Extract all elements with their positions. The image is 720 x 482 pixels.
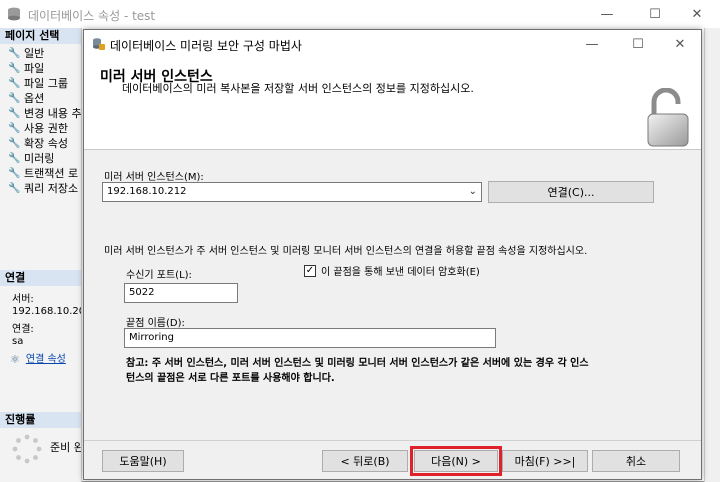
dialog-title: 데이터베이스 미러링 보안 구성 마법사 (110, 39, 302, 53)
page-item-label: 파일 (24, 62, 45, 75)
banner-description: 데이터베이스의 미러 복사본을 저장할 서버 인스턴스의 정보를 지정하십시오. (122, 82, 474, 95)
wrench-icon: 🔧 (8, 78, 21, 89)
wrench-icon: 🔧 (8, 138, 21, 149)
finish-button[interactable]: 마침(F) >>| (502, 450, 588, 472)
dialog-title-bar: 데이터베이스 미러링 보안 구성 마법사 — ☐ ✕ (84, 30, 701, 58)
mirroring-wizard-dialog: 데이터베이스 미러링 보안 구성 마법사 — ☐ ✕ 미러 서버 인스턴스 데이… (83, 29, 702, 480)
connection-value: sa (12, 336, 24, 347)
wrench-icon: 🔧 (8, 123, 21, 134)
left-panel: 페이지 선택 🔧 일반 🔧 파일 🔧 파일 그룹 🔧 옵션 🔧 변경 내용 추 🔧 사용 권한 🔧 확장 … (0, 28, 82, 482)
page-item[interactable]: 🔧 파일 (8, 61, 44, 76)
endpoint-description: 미러 서버 인스턴스가 주 서버 인스턴스 및 미러링 모니터 서버 인스턴스의… (104, 246, 588, 257)
page-item-label: 일반 (24, 47, 45, 60)
endpoint-name-input[interactable]: Mirroring (124, 328, 496, 348)
page-item[interactable]: 🔧 확장 속성 (8, 136, 68, 151)
page-item[interactable]: 🔧 변경 내용 추 (8, 106, 82, 121)
outer-minimize-button[interactable]: — (584, 0, 630, 28)
wrench-icon: 🔧 (8, 48, 21, 59)
wrench-icon: 🔧 (8, 168, 21, 179)
server-value: 192.168.10.207 (12, 306, 81, 317)
page-item-label: 확장 속성 (24, 137, 68, 150)
wrench-icon: 🔧 (8, 108, 21, 119)
progress-status: 준비 완 (50, 441, 82, 454)
page-item[interactable]: 🔧 트랜잭션 로 (8, 166, 78, 181)
page-item[interactable]: 🔧 쿼리 저장소 (8, 181, 78, 196)
page-item-label: 변경 내용 추 (24, 107, 82, 120)
page-item[interactable]: 🔧 일반 (8, 46, 44, 61)
dialog-banner: 미러 서버 인스턴스 데이터베이스의 미러 복사본을 저장할 서버 인스턴스의 … (84, 58, 701, 150)
outer-maximize-button[interactable]: ☐ (632, 0, 678, 28)
cancel-button[interactable]: 취소 (592, 450, 680, 472)
wrench-icon: 🔧 (8, 153, 21, 164)
connection-props-row: ⚛ 연결 속성 (10, 354, 66, 366)
progress-header: 진행률 (0, 412, 81, 428)
outer-window-title: 데이터베이스 속성 - test (28, 9, 156, 23)
page-select-header: 페이지 선택 (0, 28, 81, 44)
outer-close-button[interactable]: ✕ (674, 0, 720, 28)
dialog-maximize-button[interactable]: ☐ (615, 30, 661, 58)
back-button[interactable]: < 뒤로(B) (322, 450, 408, 472)
page-item[interactable]: 🔧 미러링 (8, 151, 54, 166)
outer-title-bar: 데이터베이스 속성 - test — ☐ ✕ (0, 0, 720, 28)
connection-label: 연결: (12, 324, 34, 335)
help-button[interactable]: 도움말(H) (102, 450, 184, 472)
listener-port-input[interactable]: 5022 (124, 283, 238, 303)
wrench-icon: 🔧 (8, 183, 21, 194)
encrypt-checkbox-label: 이 끝점을 통해 보낸 데이터 암호화(E) (321, 267, 480, 278)
mirror-instance-combo[interactable]: 192.168.10.212 ⌄ (102, 182, 482, 202)
dialog-content: 미러 서버 인스턴스(M): 192.168.10.212 ⌄ 연결(C)...… (84, 150, 701, 440)
page-item[interactable]: 🔧 사용 권한 (8, 121, 68, 136)
page-item-label: 쿼리 저장소 (24, 182, 79, 195)
page-item-label: 트랜잭션 로 (24, 167, 79, 180)
page-item[interactable]: 🔧 파일 그룹 (8, 76, 68, 91)
listener-port-label: 수신기 포트(L): (126, 270, 192, 281)
progress-spinner-icon (12, 434, 42, 464)
connection-props-link[interactable]: 연결 속성 (26, 354, 66, 366)
dialog-close-button[interactable]: ✕ (657, 30, 703, 58)
page-item-label: 사용 권한 (24, 122, 68, 135)
dialog-footer: 도움말(H) < 뒤로(B) 다음(N) > 마침(F) >>| 취소 (84, 440, 701, 479)
page-item[interactable]: 🔧 옵션 (8, 91, 44, 106)
right-strip (704, 28, 720, 482)
wrench-icon: 🔧 (8, 63, 21, 74)
endpoint-name-label: 끝점 이름(D): (126, 318, 185, 329)
connection-header: 연결 (0, 270, 81, 286)
server-label: 서버: (12, 294, 34, 305)
next-button[interactable]: 다음(N) > (414, 450, 498, 472)
connect-button[interactable]: 연결(C)... (488, 181, 654, 203)
lock-icon (647, 88, 689, 147)
chevron-down-icon: ⌄ (468, 186, 477, 197)
mirror-instance-value: 192.168.10.212 (107, 186, 187, 197)
encrypt-checkbox-row: ✓ 이 끝점을 통해 보낸 데이터 암호화(E) (304, 263, 480, 278)
page-item-label: 미러링 (24, 152, 55, 165)
page-item-label: 파일 그룹 (24, 77, 68, 90)
note-text: 참고: 주 서버 인스턴스, 미러 서버 인스턴스 및 미러링 모니터 서버 인… (126, 358, 589, 384)
wrench-icon: 🔧 (8, 93, 21, 104)
wizard-icon (93, 38, 105, 50)
page-item-label: 옵션 (24, 92, 45, 105)
dialog-minimize-button[interactable]: — (569, 30, 615, 58)
connection-props-icon: ⚛ (10, 353, 20, 366)
mirror-instance-label: 미러 서버 인스턴스(M): (104, 172, 204, 183)
encrypt-checkbox[interactable]: ✓ (304, 264, 316, 277)
database-icon (8, 7, 20, 21)
